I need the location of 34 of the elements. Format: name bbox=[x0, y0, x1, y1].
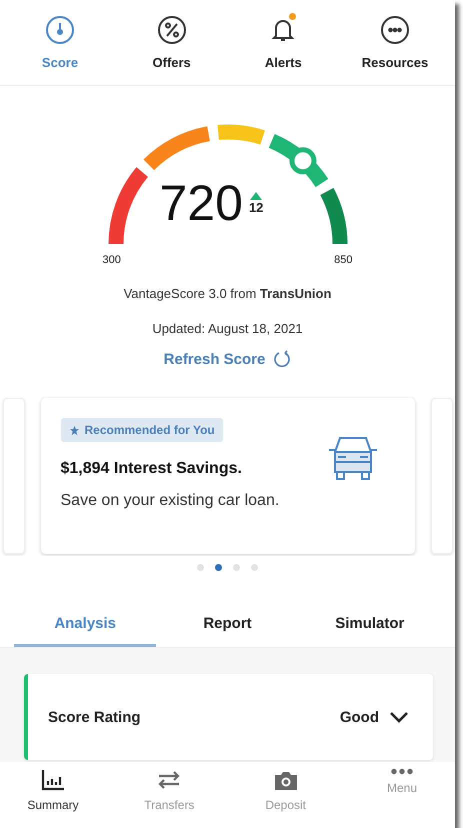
percent-icon bbox=[156, 15, 187, 45]
carousel-dot[interactable] bbox=[215, 564, 222, 571]
rating-label: Score Rating bbox=[48, 708, 141, 726]
score-change: 12 bbox=[248, 200, 264, 214]
refresh-icon bbox=[273, 350, 292, 368]
offer-description: Save on your existing car loan. bbox=[60, 492, 280, 510]
tab[interactable]: Simulator bbox=[298, 609, 441, 647]
gauge-icon bbox=[45, 15, 75, 45]
more-icon bbox=[380, 15, 410, 45]
offer-title: $1,894 Interest Savings. bbox=[60, 460, 242, 478]
offer-card[interactable]: Recommended for You $1,894 Interest Savings. Save on your existing car loan. bbox=[40, 398, 414, 554]
bottom-nav-item[interactable]: Summary bbox=[8, 762, 98, 828]
bar-chart-icon bbox=[39, 768, 67, 792]
tab[interactable]: Report bbox=[156, 609, 299, 647]
min-score: 300 bbox=[102, 254, 121, 266]
carousel-dot[interactable] bbox=[197, 564, 204, 571]
up-triangle-icon bbox=[250, 192, 262, 200]
more-icon bbox=[390, 768, 414, 775]
max-score: 850 bbox=[334, 254, 352, 266]
carousel-dot[interactable] bbox=[233, 564, 240, 571]
score-source: VantageScore 3.0 from TransUnion bbox=[124, 286, 332, 301]
score-rating-card[interactable]: Score Rating Good bbox=[24, 674, 433, 760]
nav-tab[interactable]: Resources bbox=[344, 11, 445, 74]
star-icon bbox=[68, 424, 80, 436]
chevron-down-icon bbox=[389, 711, 409, 723]
credit-score: 720 bbox=[160, 174, 243, 232]
updated-date: Updated: August 18, 2021 bbox=[152, 321, 303, 336]
nav-tab[interactable]: Score bbox=[10, 11, 110, 74]
rating-dropdown[interactable]: Good bbox=[334, 708, 415, 726]
recommended-tag: Recommended for You bbox=[60, 418, 223, 442]
nav-tab[interactable]: Offers bbox=[122, 11, 222, 74]
carousel-dot[interactable] bbox=[251, 564, 258, 571]
nav-tab[interactable]: Alerts bbox=[233, 11, 334, 74]
refresh-score-link[interactable]: Refresh Score bbox=[164, 350, 292, 368]
